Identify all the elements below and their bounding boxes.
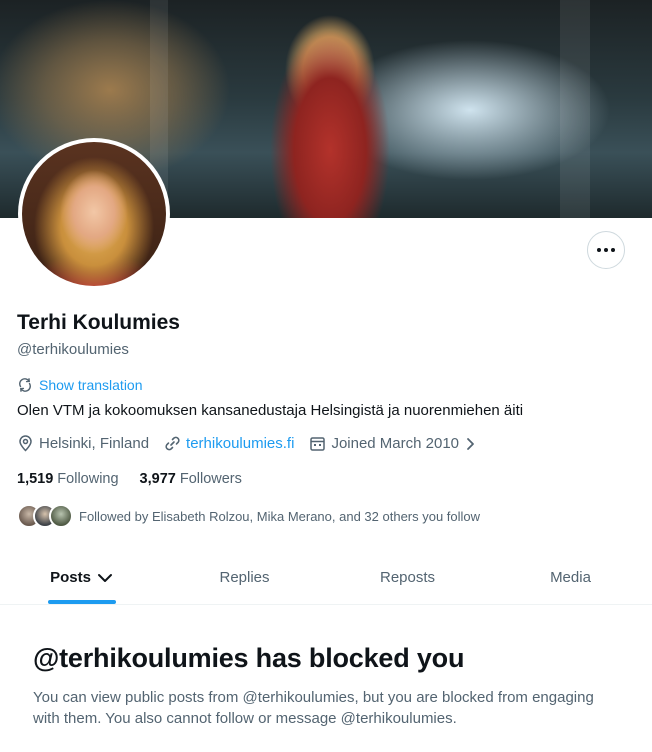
tab-label: Media xyxy=(550,569,591,586)
following-count: 1,519 xyxy=(17,471,54,487)
show-translation-link[interactable]: Show translation xyxy=(17,377,143,393)
tab-media[interactable]: Media xyxy=(489,551,652,604)
joined-item[interactable]: Joined March 2010 xyxy=(309,435,476,452)
profile-handle: @terhikoulumies xyxy=(17,341,129,358)
joined-text: Joined March 2010 xyxy=(331,435,460,452)
followers-count: 3,977 xyxy=(139,471,176,487)
following-link[interactable]: 1,519 Following xyxy=(17,471,119,487)
blocked-title: @terhikoulumies has blocked you xyxy=(33,643,465,673)
chevron-down-icon xyxy=(97,573,112,582)
blocked-message: You can view public posts from @terhikou… xyxy=(33,689,594,727)
translate-icon xyxy=(19,378,31,392)
profile-meta: Helsinki, Finland terhikoulumies.fi Join… xyxy=(17,435,491,452)
more-horizontal-icon xyxy=(597,248,615,252)
show-translation-label: Show translation xyxy=(39,377,143,393)
chevron-right-icon xyxy=(467,437,474,450)
tab-label: Posts xyxy=(50,569,91,586)
link-icon xyxy=(165,436,180,451)
follow-stats: 1,519 Following 3,977 Followers xyxy=(17,471,242,487)
avatar xyxy=(49,504,73,528)
website-link[interactable]: terhikoulumies.fi xyxy=(186,435,294,452)
tab-label: Reposts xyxy=(379,569,436,586)
profile-bio: Olen VTM ja kokoomuksen kansanedustaja H… xyxy=(17,402,524,419)
profile-avatar[interactable] xyxy=(18,138,170,290)
active-tab-indicator xyxy=(47,600,116,604)
profile-tabs: Posts Replies Reposts Media xyxy=(0,551,652,605)
tab-replies[interactable]: Replies xyxy=(163,551,326,604)
followed-by-text: Followed by Elisabeth Rolzou, Mika Meran… xyxy=(79,508,481,524)
avatar-photo xyxy=(22,142,166,286)
location-pin-icon xyxy=(19,435,32,452)
profile-name: Terhi Koulumies xyxy=(17,311,180,334)
more-options-button[interactable] xyxy=(587,231,625,269)
followed-by-avatars xyxy=(17,504,73,528)
followers-link[interactable]: 3,977 Followers xyxy=(140,471,242,487)
location-item: Helsinki, Finland xyxy=(17,435,149,452)
calendar-icon xyxy=(310,437,326,451)
followed-by-row[interactable]: Followed by Elisabeth Rolzou, Mika Meran… xyxy=(17,504,480,528)
followers-label: Followers xyxy=(179,471,242,487)
banner-detail xyxy=(560,0,590,218)
following-label: Following xyxy=(57,471,119,487)
tab-label: Replies xyxy=(219,569,270,586)
tab-posts[interactable]: Posts xyxy=(0,551,163,604)
location-text: Helsinki, Finland xyxy=(39,435,150,452)
tab-reposts[interactable]: Reposts xyxy=(326,551,489,604)
website-item[interactable]: terhikoulumies.fi xyxy=(164,435,294,452)
